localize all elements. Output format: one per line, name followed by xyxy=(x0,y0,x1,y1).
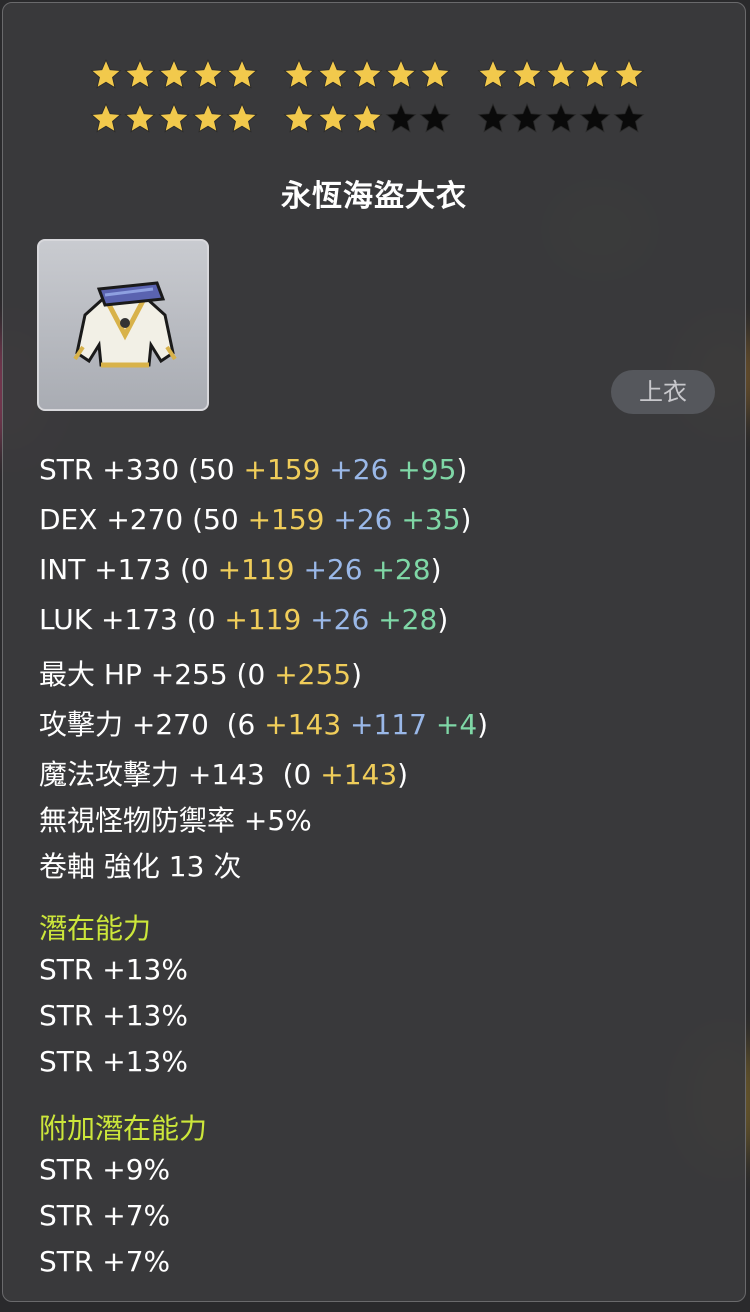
stat-label: 最大 HP +255 (0 xyxy=(39,658,275,691)
star-filled-icon xyxy=(89,58,123,92)
stat-base-bonus: +119 xyxy=(217,553,295,586)
star-filled-icon xyxy=(123,58,157,92)
stat-scroll-bonus: +26 xyxy=(294,553,363,586)
stat-line: 攻擊力 +270 (6 +143 +117 +4) xyxy=(39,703,488,743)
star-filled-icon xyxy=(157,58,191,92)
stat-line: INT +173 (0 +119 +26 +28) xyxy=(39,553,442,586)
potential-title: 潛在能力 xyxy=(39,912,152,945)
stat-flame-bonus: +28 xyxy=(369,603,438,636)
item-icon-frame xyxy=(37,239,209,411)
potential-line: STR +13% xyxy=(39,999,188,1032)
star-filled-icon xyxy=(157,102,191,136)
potential-line: STR +13% xyxy=(39,953,188,986)
stat-base-bonus: +159 xyxy=(247,503,325,536)
star-group xyxy=(282,58,475,92)
star-row xyxy=(89,53,669,97)
star-filled-icon xyxy=(578,58,612,92)
star-filled-icon xyxy=(544,58,578,92)
star-filled-icon xyxy=(123,102,157,136)
stat-line: DEX +270 (50 +159 +26 +35) xyxy=(39,503,471,536)
scroll-enhance-line: 卷軸 強化 13 次 xyxy=(39,850,242,883)
stat-scroll-bonus: +26 xyxy=(320,453,389,486)
star-filled-icon xyxy=(316,102,350,136)
stat-scroll-bonus: +117 xyxy=(341,708,427,741)
stat-base-bonus: +143 xyxy=(264,708,342,741)
star-filled-icon xyxy=(316,58,350,92)
bonus-potential-line: STR +7% xyxy=(39,1245,171,1278)
star-filled-icon xyxy=(225,102,259,136)
star-filled-icon xyxy=(191,58,225,92)
star-filled-icon xyxy=(350,58,384,92)
star-row xyxy=(89,97,669,141)
stat-line: 魔法攻擊力 +143 (0 +143) xyxy=(39,753,408,793)
star-force-rating xyxy=(89,53,669,141)
stat-label: STR +330 (50 xyxy=(39,453,244,486)
stat-base-bonus: +143 xyxy=(320,758,398,791)
stat-line: STR +330 (50 +159 +26 +95) xyxy=(39,453,467,486)
star-empty-icon xyxy=(544,102,578,136)
category-badge: 上衣 xyxy=(611,370,715,414)
stat-paren: ) xyxy=(477,708,489,741)
stat-flame-bonus: +4 xyxy=(426,708,478,741)
star-group xyxy=(282,102,475,136)
star-filled-icon xyxy=(418,58,452,92)
stat-paren: ) xyxy=(456,453,468,486)
stat-flame-bonus: +28 xyxy=(362,553,431,586)
star-empty-icon xyxy=(612,102,646,136)
star-filled-icon xyxy=(612,58,646,92)
star-filled-icon xyxy=(384,58,418,92)
ignore-defense-line: 無視怪物防禦率 +5% xyxy=(39,804,312,837)
star-empty-icon xyxy=(578,102,612,136)
stat-paren: ) xyxy=(460,503,472,536)
stat-scroll-bonus: +26 xyxy=(324,503,393,536)
bonus-potential-line: STR +9% xyxy=(39,1153,171,1186)
stat-scroll-bonus: +26 xyxy=(301,603,370,636)
star-empty-icon xyxy=(384,102,418,136)
star-filled-icon xyxy=(225,58,259,92)
stat-flame-bonus: +95 xyxy=(388,453,457,486)
stat-label: LUK +173 (0 xyxy=(39,603,225,636)
stat-label: 魔法攻擊力 +143 (0 xyxy=(39,758,321,791)
item-tooltip: 永恆海盜大衣 上衣 STR +330 (50 +159 +26 +95) DEX … xyxy=(2,2,746,1302)
stat-paren: ) xyxy=(437,603,449,636)
star-filled-icon xyxy=(510,58,544,92)
star-filled-icon xyxy=(282,102,316,136)
potential-line: STR +13% xyxy=(39,1045,188,1078)
item-name: 永恆海盜大衣 xyxy=(281,179,467,214)
star-group xyxy=(89,102,282,136)
star-filled-icon xyxy=(350,102,384,136)
stat-paren: ) xyxy=(351,658,363,691)
stat-label: INT +173 (0 xyxy=(39,553,218,586)
star-empty-icon xyxy=(418,102,452,136)
stat-label: DEX +270 (50 xyxy=(39,503,248,536)
star-group xyxy=(476,102,669,136)
stat-base-bonus: +119 xyxy=(224,603,302,636)
stat-line: 最大 HP +255 (0 +255) xyxy=(39,653,362,693)
star-filled-icon xyxy=(282,58,316,92)
bonus-potential-title: 附加潛在能力 xyxy=(39,1112,208,1145)
stat-line: LUK +173 (0 +119 +26 +28) xyxy=(39,603,448,636)
star-filled-icon xyxy=(476,58,510,92)
star-group xyxy=(89,58,282,92)
stat-base-bonus: +255 xyxy=(274,658,352,691)
stat-base-bonus: +159 xyxy=(243,453,321,486)
star-filled-icon xyxy=(89,102,123,136)
stat-label: 攻擊力 +270 (6 xyxy=(39,708,265,741)
star-empty-icon xyxy=(476,102,510,136)
star-filled-icon xyxy=(191,102,225,136)
stat-flame-bonus: +35 xyxy=(392,503,461,536)
stat-paren: ) xyxy=(430,553,442,586)
stat-paren: ) xyxy=(397,758,409,791)
star-empty-icon xyxy=(510,102,544,136)
star-group xyxy=(476,58,669,92)
bonus-potential-line: STR +7% xyxy=(39,1199,171,1232)
pirate-coat-icon xyxy=(73,281,177,368)
